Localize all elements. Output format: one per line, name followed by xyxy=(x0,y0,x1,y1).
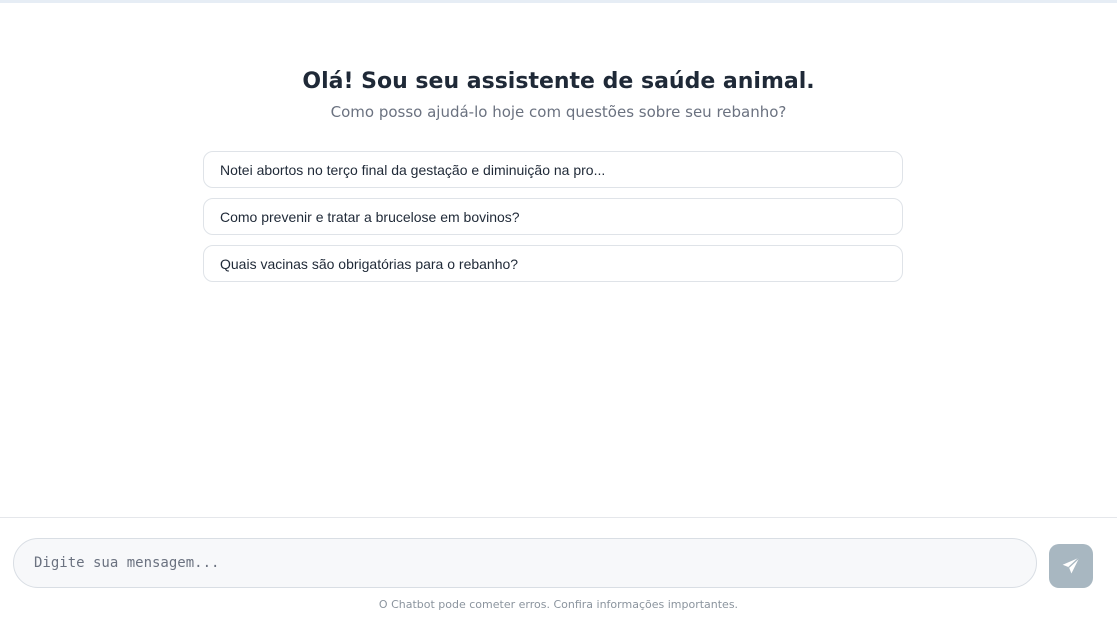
composer-divider xyxy=(0,517,1117,518)
suggestion-button[interactable]: Como prevenir e tratar a brucelose em bo… xyxy=(203,198,903,235)
chat-app: Olá! Sou seu assistente de saúde animal.… xyxy=(0,0,1117,617)
message-input[interactable] xyxy=(14,539,1036,587)
disclaimer-text: O Chatbot pode cometer erros. Confira in… xyxy=(378,598,739,611)
message-input-container xyxy=(13,538,1037,588)
suggestion-label: Como prevenir e tratar a brucelose em bo… xyxy=(220,208,520,225)
paper-plane-icon xyxy=(1061,556,1081,576)
send-button[interactable] xyxy=(1049,544,1093,588)
suggestion-list: Notei abortos no terço final da gestação… xyxy=(203,151,903,292)
suggestion-label: Notei abortos no terço final da gestação… xyxy=(220,161,606,178)
suggestion-button[interactable]: Quais vacinas são obrigatórias para o re… xyxy=(203,245,903,282)
suggestion-label: Quais vacinas são obrigatórias para o re… xyxy=(220,255,519,272)
welcome-section: Olá! Sou seu assistente de saúde animal.… xyxy=(0,67,1117,122)
suggestion-button[interactable]: Notei abortos no terço final da gestação… xyxy=(203,151,903,188)
welcome-subtitle: Como posso ajudá-lo hoje com questões so… xyxy=(330,103,787,121)
welcome-title: Olá! Sou seu assistente de saúde animal. xyxy=(302,69,815,94)
